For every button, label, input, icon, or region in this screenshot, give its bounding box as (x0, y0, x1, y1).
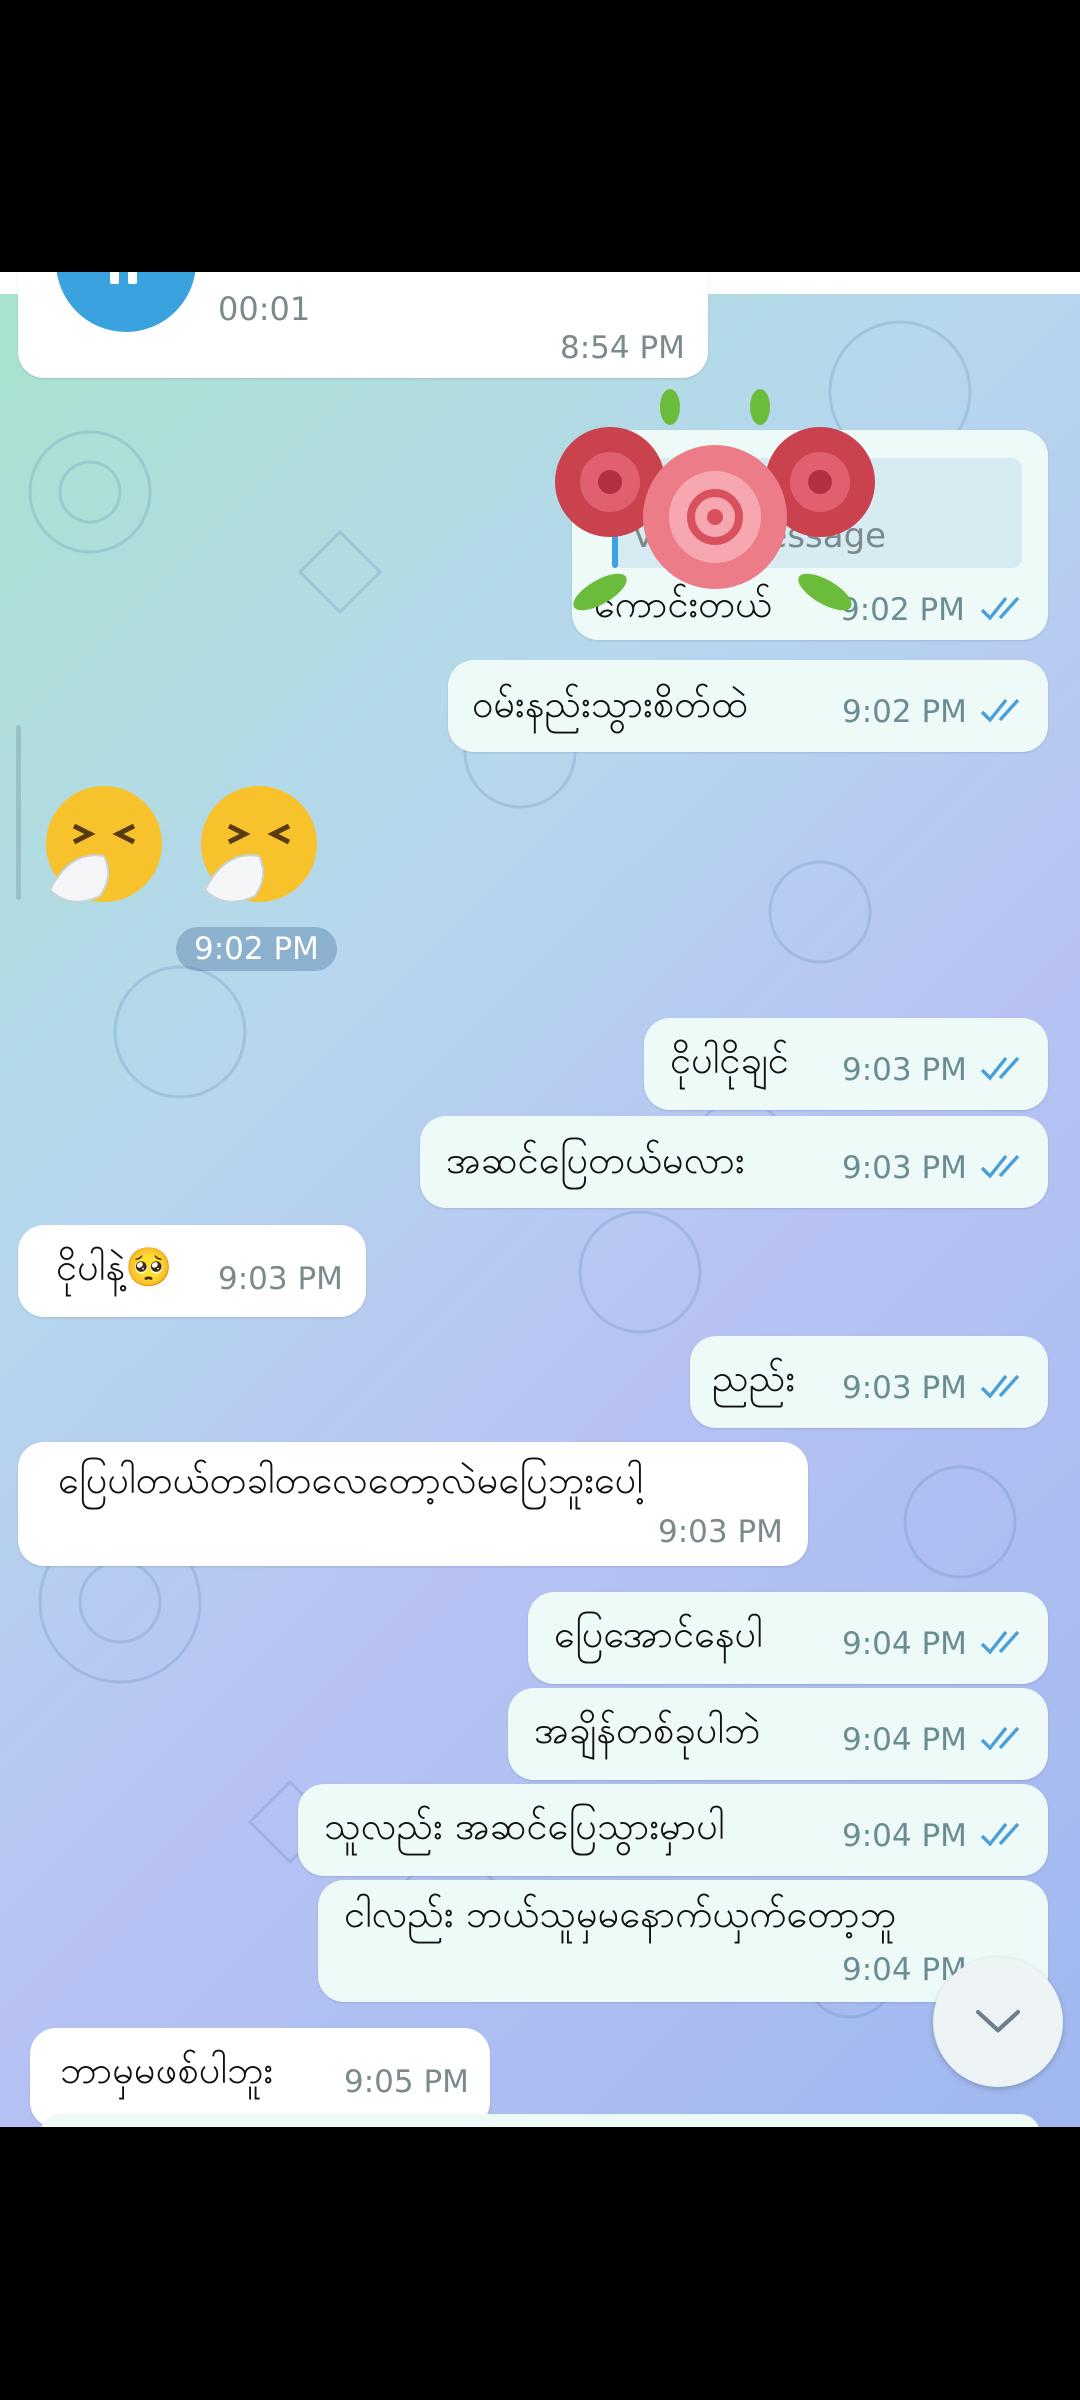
message-text: ပြေပါတယ်တခါတလေတော့လဲမပြေဘူးပေါ့ (58, 1458, 643, 1502)
message-text: ဝမ်းနည်းသွားစိတ်ထဲ (472, 682, 748, 726)
message-time: 9:03 PM (218, 1261, 343, 1297)
message-bubble-incoming[interactable]: ငိုပါနဲ့🥺 9:03 PM (18, 1225, 366, 1317)
message-text: ဘာမှမဖစ်ပါဘူး (60, 2048, 274, 2092)
double-check-icon (980, 1374, 1020, 1399)
message-bubble-outgoing[interactable]: အဆင်ပြေတယ်မလား 9:03 PM (420, 1116, 1048, 1208)
message-bubble-outgoing[interactable]: အချိန်တစ်ခုပါဘဲ 9:04 PM (508, 1688, 1048, 1780)
message-time: 9:04 PM (842, 1626, 967, 1662)
chevron-down-icon (975, 2009, 1021, 2033)
message-time: 9:02 PM (842, 694, 967, 730)
message-time: 9:04 PM (842, 1722, 967, 1758)
message-time: 9:03 PM (842, 1370, 967, 1406)
message-time: 9:05 PM (344, 2064, 469, 2100)
message-bubble-outgoing[interactable]: ညည်း 9:03 PM (690, 1336, 1048, 1428)
message-time: 9:04 PM (842, 1818, 967, 1854)
scroll-to-bottom-button[interactable] (933, 1957, 1063, 2087)
voice-message-bubble[interactable]: 00:01 8:54 PM (18, 272, 708, 378)
message-text: အဆင်ပြေတယ်မလား (446, 1138, 745, 1182)
message-text: သူလည်း အဆင်ပြေသွားမှာပါ (324, 1804, 725, 1848)
double-check-icon (980, 1154, 1020, 1179)
sneezing-face-emoji (46, 786, 162, 903)
message-bubble-partial (40, 2114, 1040, 2127)
message-bubble-outgoing[interactable]: သူလည်း အဆင်ပြေသွားမှာပါ 9:04 PM (298, 1784, 1048, 1876)
message-bubble-outgoing[interactable]: ငါလည်း ဘယ်သူမှမနောက်ယှက်တော့ဘူ 9:04 PM (318, 1880, 1048, 2002)
message-bubble-outgoing[interactable]: ငိုပါငိုချင် 9:03 PM (644, 1018, 1048, 1110)
message-text: ပြေအောင်နေပါ (554, 1612, 763, 1656)
sneezing-face-emoji (201, 786, 317, 903)
message-text: ငါလည်း ဘယ်သူမှမနောက်ယှက်တော့ဘူ (344, 1892, 897, 1936)
double-check-icon (980, 1056, 1020, 1081)
double-check-icon (980, 698, 1020, 723)
emoji-message-time: 9:02 PM (176, 927, 337, 971)
message-bubble-outgoing[interactable]: ပြေအောင်နေပါ 9:04 PM (528, 1592, 1048, 1684)
message-text: ညည်း (712, 1356, 796, 1400)
message-bubble-outgoing[interactable]: ဝမ်းနည်းသွားစိတ်ထဲ 9:02 PM (448, 660, 1048, 752)
message-bubble-incoming[interactable]: ဘာမှမဖစ်ပါဘူး 9:05 PM (30, 2028, 490, 2127)
message-bubble-incoming[interactable]: ပြေပါတယ်တခါတလေတော့လဲမပြေဘူးပေါ့ 9:03 PM (18, 1442, 808, 1566)
scroll-indicator (16, 725, 21, 900)
message-text: ငိုပါနဲ့🥺 (56, 1245, 173, 1289)
double-check-icon (980, 1726, 1020, 1751)
message-time: 9:03 PM (842, 1052, 967, 1088)
double-check-icon (980, 596, 1020, 621)
double-check-icon (980, 1630, 1020, 1655)
message-time: 9:03 PM (658, 1514, 783, 1550)
rose-bouquet-sticker[interactable] (550, 387, 880, 617)
message-text: ငိုပါငိုချင် (670, 1038, 789, 1082)
message-time: 9:03 PM (842, 1150, 967, 1186)
chat-area[interactable]: 00:01 8:54 PM Voice message ကောင်းတယ် 9:… (0, 272, 1080, 2127)
message-time: 8:54 PM (560, 330, 685, 366)
pause-icon (110, 272, 142, 284)
leaf-icon (573, 573, 627, 611)
voice-duration: 00:01 (218, 290, 311, 328)
message-text: အချိန်တစ်ခုပါဘဲ (534, 1708, 761, 1752)
double-check-icon (980, 1822, 1020, 1847)
